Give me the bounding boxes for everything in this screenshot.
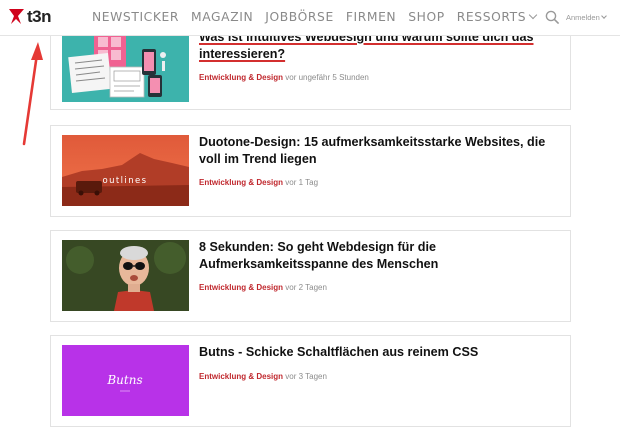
nav-jobboerse[interactable]: JOBBÖRSE [265, 10, 334, 25]
article-thumbnail[interactable]: Butns [62, 345, 189, 416]
article-meta: Entwicklung & Design vor 1 Tag [199, 178, 318, 187]
main-nav: NEWSTICKER MAGAZIN JOBBÖRSE FIRMEN SHOP … [92, 10, 538, 25]
search-icon[interactable] [545, 10, 560, 25]
thumbnail-caption: Butns [106, 373, 142, 387]
article-thumbnail[interactable] [62, 240, 189, 311]
nav-firmen[interactable]: FIRMEN [346, 10, 396, 25]
article-time: vor ungefähr 5 Stunden [285, 73, 369, 82]
nav-ressorts[interactable]: RESSORTS [456, 10, 538, 25]
chevron-down-icon [528, 10, 538, 20]
article-category[interactable]: Entwicklung & Design [199, 372, 283, 381]
login-label: Anmelden [566, 13, 600, 22]
t3n-logo-icon [9, 9, 24, 24]
login-link[interactable]: Anmelden [566, 13, 607, 22]
nav-shop[interactable]: SHOP [408, 10, 445, 25]
article-meta: Entwicklung & Design vor 3 Tagen [199, 372, 327, 381]
article-thumbnail[interactable]: outlines [62, 135, 189, 206]
article-meta: Entwicklung & Design vor ungefähr 5 Stun… [199, 73, 369, 82]
thumbnail-caption: outlines [103, 176, 148, 186]
article-title[interactable]: 8 Sekunden: So geht Webdesign für die Au… [199, 239, 564, 272]
article-time: vor 3 Tagen [285, 372, 327, 381]
article-time: vor 2 Tagen [285, 283, 327, 292]
article-time: vor 1 Tag [285, 178, 319, 187]
person-with-sunglasses-image [62, 240, 189, 311]
butns-logo-image: Butns [62, 345, 189, 416]
duotone-landscape-image: outlines [62, 135, 189, 206]
article-title[interactable]: Duotone-Design: 15 aufmerksamkeitsstarke… [199, 134, 564, 167]
nav-newsticker[interactable]: NEWSTICKER [92, 10, 179, 25]
site-header: t3n NEWSTICKER MAGAZIN JOBBÖRSE FIRMEN S… [0, 0, 620, 36]
article-title[interactable]: Butns - Schicke Schaltflächen aus reinem… [199, 344, 564, 361]
nav-magazin[interactable]: MAGAZIN [191, 10, 253, 25]
t3n-logo[interactable]: t3n [8, 7, 52, 26]
article-card[interactable]: Butns Butns - Schicke Schaltflächen aus … [50, 335, 571, 427]
nav-ressorts-label: RESSORTS [456, 10, 527, 24]
article-category[interactable]: Entwicklung & Design [199, 283, 283, 292]
article-category[interactable]: Entwicklung & Design [199, 73, 283, 82]
article-meta: Entwicklung & Design vor 2 Tagen [199, 283, 327, 292]
article-card[interactable]: 8 Sekunden: So geht Webdesign für die Au… [50, 230, 571, 322]
article-category[interactable]: Entwicklung & Design [199, 178, 283, 187]
article-card[interactable]: outlines Duotone-Design: 15 aufmerksamke… [50, 125, 571, 217]
annotation-arrow-icon [22, 42, 43, 146]
chevron-down-icon [600, 13, 607, 19]
article-thumbnail[interactable] [62, 29, 189, 102]
webdesign-illustration [62, 29, 189, 102]
logo-text: t3n [27, 7, 52, 26]
